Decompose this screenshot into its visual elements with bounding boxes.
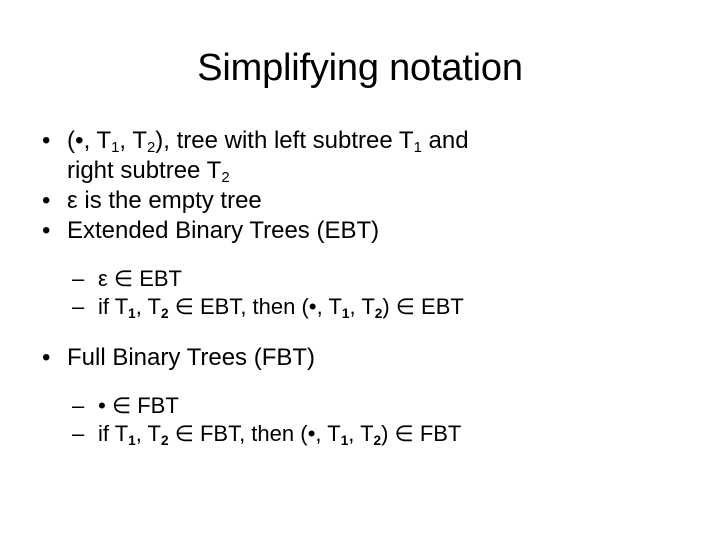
subbullet-text-fbt-step: if T1, T2 ∈ FBT, then (•, T1, T2) ∈ FBT [98,421,462,448]
text-fragment: ) ∈ FBT [381,421,462,446]
text-fragment: , T [135,294,161,319]
subscript-4: 2 [374,305,383,321]
bullet-text-1-cont: right subtree T2 [67,156,684,186]
bullet-item-2: • ε is the empty tree [36,186,684,216]
text-fragment: right subtree T [67,157,222,184]
dash-marker-icon: – [72,421,85,446]
text-fragment: if T [98,421,129,446]
node-dot-icon: • [98,393,106,418]
subscript-2: 2 [146,139,156,156]
text-fragment: if T [98,294,129,319]
paren-open: ( [67,127,75,154]
subbullet-item-fbt-base: – • ∈ FBT [36,392,684,420]
bullet-text-1: (•, T1, T2), tree with left subtree T1 a… [67,126,684,156]
text-fragment: ∈ FBT, then ( [168,421,308,446]
dash-marker-icon: – [72,393,85,418]
subscript-1: 1 [111,139,120,156]
bullet-text-2: ε is the empty tree [67,187,262,214]
text-fragment: ∈ EBT, then ( [168,294,309,319]
text-fragment: ) ∈ EBT [382,294,464,319]
slide-canvas: Simplifying notation • (•, T1, T2), tree… [0,0,720,540]
bullet-text-3: Extended Binary Trees (EBT) [67,217,380,244]
subbullet-text-ebt-base: ε ∈ EBT [98,266,182,291]
subbullet-text-fbt-base: • ∈ FBT [98,393,179,418]
text-fragment: , T [135,421,161,446]
text-fragment: , T [316,294,342,319]
text-fragment: , T [119,127,147,154]
slide-body: • (•, T1, T2), tree with left subtree T1… [36,126,684,448]
text-fragment: , T [348,421,374,446]
page-title: Simplifying notation [197,47,523,89]
text-fragment: and [421,127,469,154]
subbullet-item-ebt-base: – ε ∈ EBT [36,265,684,293]
node-dot-icon: • [308,294,317,319]
bullet-item-4: • Full Binary Trees (FBT) [36,343,684,373]
subscript-4: 2 [221,169,230,186]
dash-marker-icon: – [72,266,85,291]
bullet-marker-icon: • [42,217,51,244]
text-fragment: ∈ FBT [105,393,179,418]
text-fragment: ), tree with left subtree T [155,127,414,154]
bullet-item-1: • (•, T1, T2), tree with left subtree T1… [36,126,684,186]
bullet-marker-icon: • [42,127,51,154]
subscript-3: 1 [413,139,422,156]
subscript-1: 1 [128,305,136,321]
subbullet-item-ebt-step: – if T1, T2 ∈ EBT, then (•, T1, T2) ∈ EB… [36,293,684,321]
subbullet-item-fbt-step: – if T1, T2 ∈ FBT, then (•, T1, T2) ∈ FB… [36,420,684,448]
bullet-marker-icon: • [42,187,51,214]
bullet-marker-icon: • [42,344,51,371]
bullet-text-4: Full Binary Trees (FBT) [67,344,316,371]
text-fragment: , T [83,127,112,154]
node-dot-icon: • [75,127,84,154]
dash-marker-icon: – [72,294,85,319]
subscript-4: 2 [373,432,382,448]
subbullet-text-ebt-step: if T1, T2 ∈ EBT, then (•, T1, T2) ∈ EBT [98,294,464,321]
subscript-1: 1 [128,432,136,448]
subscript-2: 2 [161,432,169,448]
subscript-3: 1 [340,432,349,448]
text-fragment: , T [349,294,375,319]
text-fragment: , T [315,421,341,446]
subscript-3: 1 [341,305,350,321]
bullet-item-3: • Extended Binary Trees (EBT) [36,216,684,246]
subscript-2: 2 [161,305,169,321]
